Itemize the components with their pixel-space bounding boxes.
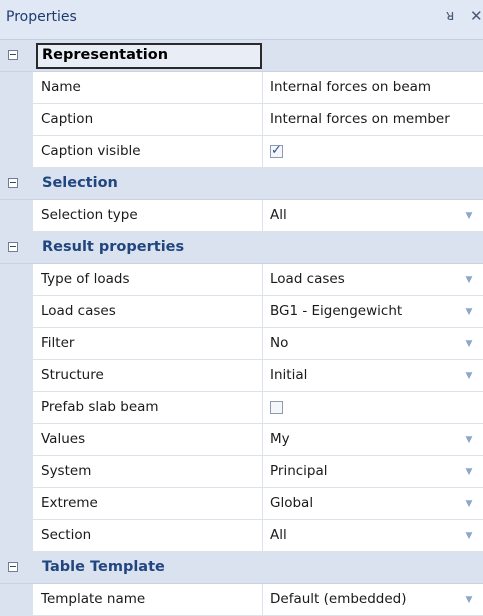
category-table-template[interactable]: Table Template: [0, 552, 483, 584]
collapse-icon[interactable]: [8, 562, 18, 572]
chevron-down-icon[interactable]: ▼: [461, 433, 477, 447]
property-name: Type of loads: [33, 264, 263, 296]
property-name: Section: [33, 520, 263, 552]
chevron-down-icon[interactable]: ▼: [461, 305, 477, 319]
property-name: Structure: [33, 360, 263, 392]
property-name: Template name: [33, 584, 263, 616]
property-name: Prefab slab beam: [33, 392, 263, 424]
property-row-structure[interactable]: Structure Initial ▼: [0, 360, 483, 392]
property-row-system[interactable]: System Principal ▼: [0, 456, 483, 488]
properties-panel: Properties ᴚ ✕ Representation Name Inter…: [0, 0, 483, 616]
chevron-down-icon[interactable]: ▼: [461, 369, 477, 383]
property-name: Caption visible: [33, 136, 263, 168]
panel-title: Properties: [6, 9, 77, 25]
property-row-section[interactable]: Section All ▼: [0, 520, 483, 552]
property-row-values[interactable]: Values My ▼: [0, 424, 483, 456]
property-row-type-of-loads[interactable]: Type of loads Load cases ▼: [0, 264, 483, 296]
category-result-properties[interactable]: Result properties: [0, 232, 483, 264]
property-row-caption-visible[interactable]: Caption visible: [0, 136, 483, 168]
pin-icon[interactable]: ᴚ: [446, 8, 454, 24]
property-row-load-cases[interactable]: Load cases BG1 - Eigengewicht ▼: [0, 296, 483, 328]
property-name: Load cases: [33, 296, 263, 328]
close-icon[interactable]: ✕: [470, 7, 483, 25]
property-value[interactable]: Principal: [263, 456, 483, 488]
property-value[interactable]: Default (embedded): [263, 584, 483, 616]
property-value[interactable]: Global: [263, 488, 483, 520]
property-row-caption[interactable]: Caption Internal forces on member: [0, 104, 483, 136]
property-value[interactable]: All: [263, 200, 483, 232]
property-value[interactable]: Internal forces on member: [263, 104, 483, 136]
property-name: Filter: [33, 328, 263, 360]
category-representation[interactable]: Representation: [0, 40, 483, 72]
property-name: Extreme: [33, 488, 263, 520]
property-name: Name: [33, 72, 263, 104]
chevron-down-icon[interactable]: ▼: [461, 593, 477, 607]
property-value[interactable]: Internal forces on beam: [263, 72, 483, 104]
category-label: Table Template: [42, 559, 165, 575]
property-name: Selection type: [33, 200, 263, 232]
property-value[interactable]: No: [263, 328, 483, 360]
property-row-selection-type[interactable]: Selection type All ▼: [0, 200, 483, 232]
property-name: Values: [33, 424, 263, 456]
chevron-down-icon[interactable]: ▼: [461, 497, 477, 511]
property-name: Caption: [33, 104, 263, 136]
property-value[interactable]: My: [263, 424, 483, 456]
chevron-down-icon[interactable]: ▼: [461, 465, 477, 479]
chevron-down-icon[interactable]: ▼: [461, 337, 477, 351]
category-selection[interactable]: Selection: [0, 168, 483, 200]
property-value[interactable]: Initial: [263, 360, 483, 392]
panel-title-bar: Properties ᴚ ✕: [0, 0, 483, 40]
property-row-filter[interactable]: Filter No ▼: [0, 328, 483, 360]
prefab-slab-beam-checkbox[interactable]: [270, 401, 283, 414]
property-row-extreme[interactable]: Extreme Global ▼: [0, 488, 483, 520]
category-label: Selection: [42, 175, 118, 191]
property-row-prefab-slab-beam[interactable]: Prefab slab beam: [0, 392, 483, 424]
property-name: System: [33, 456, 263, 488]
property-row-template-name[interactable]: Template name Default (embedded) ▼: [0, 584, 483, 616]
collapse-icon[interactable]: [8, 178, 18, 188]
chevron-down-icon[interactable]: ▼: [461, 273, 477, 287]
collapse-icon[interactable]: [8, 242, 18, 252]
chevron-down-icon[interactable]: ▼: [461, 209, 477, 223]
property-value[interactable]: Load cases: [263, 264, 483, 296]
property-value[interactable]: All: [263, 520, 483, 552]
property-grid: Representation Name Internal forces on b…: [0, 40, 483, 616]
chevron-down-icon[interactable]: ▼: [461, 529, 477, 543]
category-label: Representation: [42, 47, 169, 63]
property-value[interactable]: BG1 - Eigengewicht: [263, 296, 483, 328]
caption-visible-checkbox[interactable]: [270, 143, 283, 158]
property-row-name[interactable]: Name Internal forces on beam: [0, 72, 483, 104]
category-label: Result properties: [42, 239, 185, 255]
collapse-icon[interactable]: [8, 50, 18, 60]
